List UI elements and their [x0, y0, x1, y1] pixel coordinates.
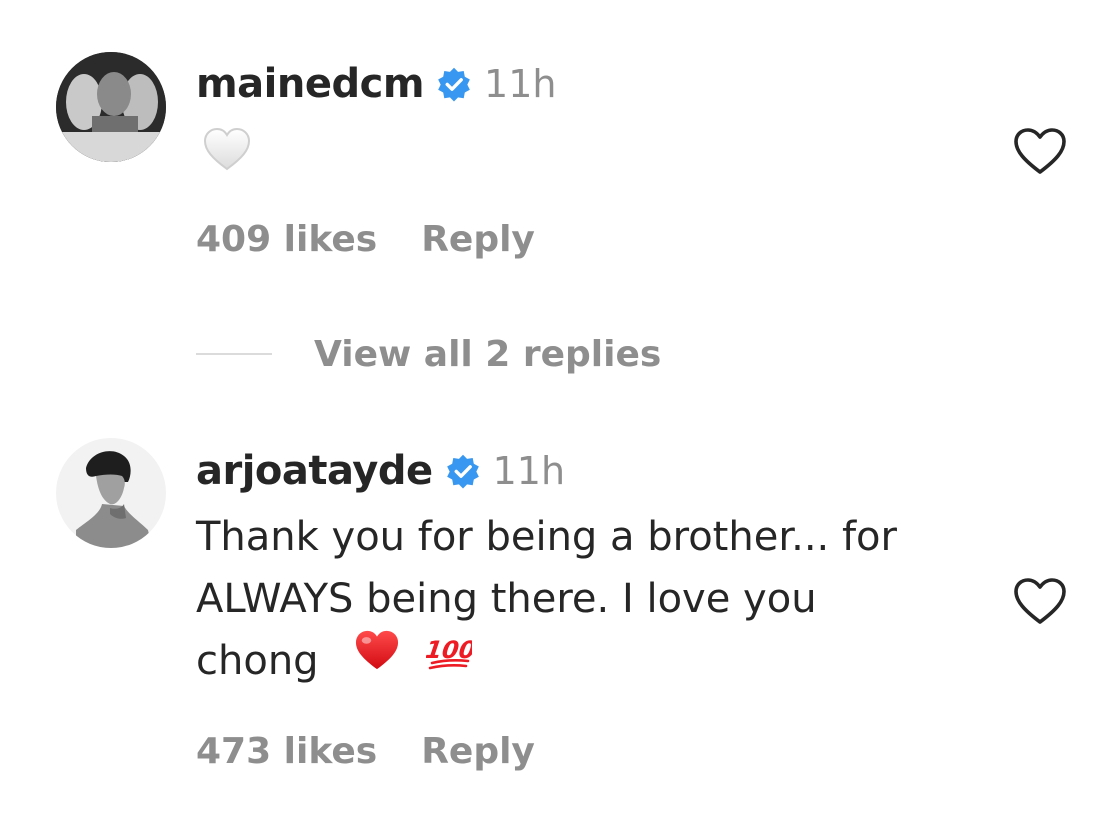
timestamp[interactable]: 11h: [493, 449, 565, 493]
reply-button[interactable]: Reply: [421, 731, 535, 772]
hundred-points-emoji-icon: 100: [424, 628, 478, 690]
avatar-photo: [56, 438, 166, 548]
likes-count[interactable]: 473 likes: [196, 731, 377, 772]
comment-text-line: chong 100: [196, 630, 986, 692]
comment-header: arjoatayde 11h: [196, 443, 565, 499]
comment-item-arjoatayde: arjoatayde 11h Thank you for being a bro…: [0, 0, 1120, 831]
comment-text-line: ALWAYS being there. I love you: [196, 576, 817, 622]
verified-badge-icon: [445, 453, 481, 489]
avatar[interactable]: [56, 438, 166, 548]
comment-text: Thank you for being a brother... for ALW…: [196, 506, 986, 692]
comment-text-word: chong: [196, 638, 319, 684]
comment-text-line: Thank you for being a brother... for: [196, 514, 897, 560]
username[interactable]: arjoatayde: [196, 448, 433, 494]
red-heart-emoji-icon: [353, 628, 401, 690]
like-heart-icon[interactable]: [1012, 576, 1068, 626]
comment-actions: 473 likes Reply: [196, 726, 535, 776]
